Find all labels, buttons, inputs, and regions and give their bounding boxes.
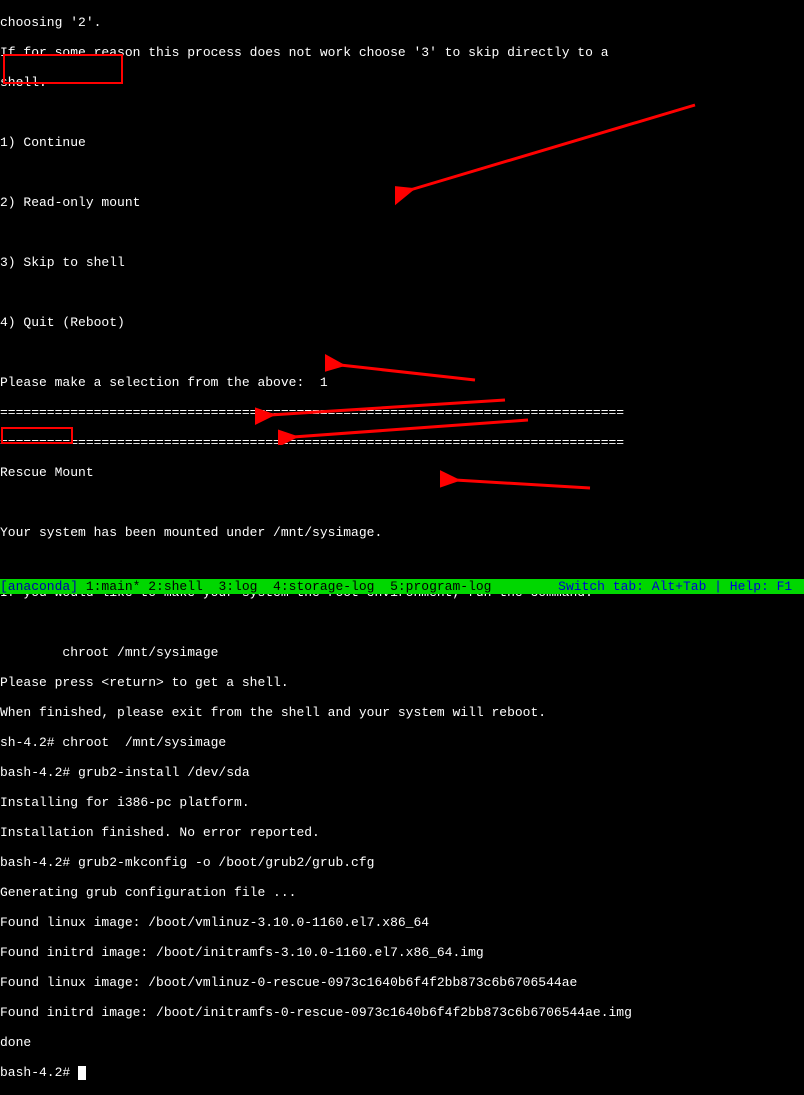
terminal-line [0,495,804,510]
terminal-line [0,225,804,240]
terminal-line: done [0,1035,804,1050]
terminal-line: Found initrd image: /boot/initramfs-3.10… [0,945,804,960]
terminal-line: Generating grub configuration file ... [0,885,804,900]
section-title: Rescue Mount [0,465,804,480]
shell-command: bash-4.2# grub2-mkconfig -o /boot/grub2/… [0,855,804,870]
terminal-line: Found linux image: /boot/vmlinuz-3.10.0-… [0,915,804,930]
menu-option-continue[interactable]: 1) Continue [0,135,804,150]
terminal-line [0,165,804,180]
terminal-line [0,105,804,120]
terminal-line: Installation finished. No error reported… [0,825,804,840]
terminal-line [0,345,804,360]
status-tabs[interactable]: 1:main* 2:shell 3:log 4:storage-log 5:pr… [78,579,491,594]
status-context: [anaconda] [0,579,78,594]
menu-option-skip-shell[interactable]: 3) Skip to shell [0,255,804,270]
shell-command: sh-4.2# chroot /mnt/sysimage [0,735,804,750]
terminal-line: chroot /mnt/sysimage [0,645,804,660]
shell-prompt[interactable]: bash-4.2# [0,1065,804,1080]
divider: ========================================… [0,435,804,450]
terminal-line: Please press <return> to get a shell. [0,675,804,690]
terminal-line: choosing '2'. [0,15,804,30]
terminal-line: shell. [0,75,804,90]
terminal-line [0,555,804,570]
selection-prompt[interactable]: Please make a selection from the above: … [0,375,804,390]
terminal-line: If for some reason this process does not… [0,45,804,60]
status-bar: [anaconda] 1:main* 2:shell 3:log 4:stora… [0,579,804,594]
menu-option-quit[interactable]: 4) Quit (Reboot) [0,315,804,330]
terminal-line [0,615,804,630]
terminal-line: When finished, please exit from the shel… [0,705,804,720]
terminal-line: Found linux image: /boot/vmlinuz-0-rescu… [0,975,804,990]
shell-command: bash-4.2# grub2-install /dev/sda [0,765,804,780]
terminal-line: Your system has been mounted under /mnt/… [0,525,804,540]
terminal-line: Found initrd image: /boot/initramfs-0-re… [0,1005,804,1020]
terminal-cursor[interactable] [78,1066,86,1080]
terminal-line: Installing for i386-pc platform. [0,795,804,810]
status-help: Switch tab: Alt+Tab | Help: F1 [558,579,804,594]
divider: ========================================… [0,405,804,420]
menu-option-readonly[interactable]: 2) Read-only mount [0,195,804,210]
terminal-output: choosing '2'. If for some reason this pr… [0,0,804,1095]
terminal-line [0,285,804,300]
